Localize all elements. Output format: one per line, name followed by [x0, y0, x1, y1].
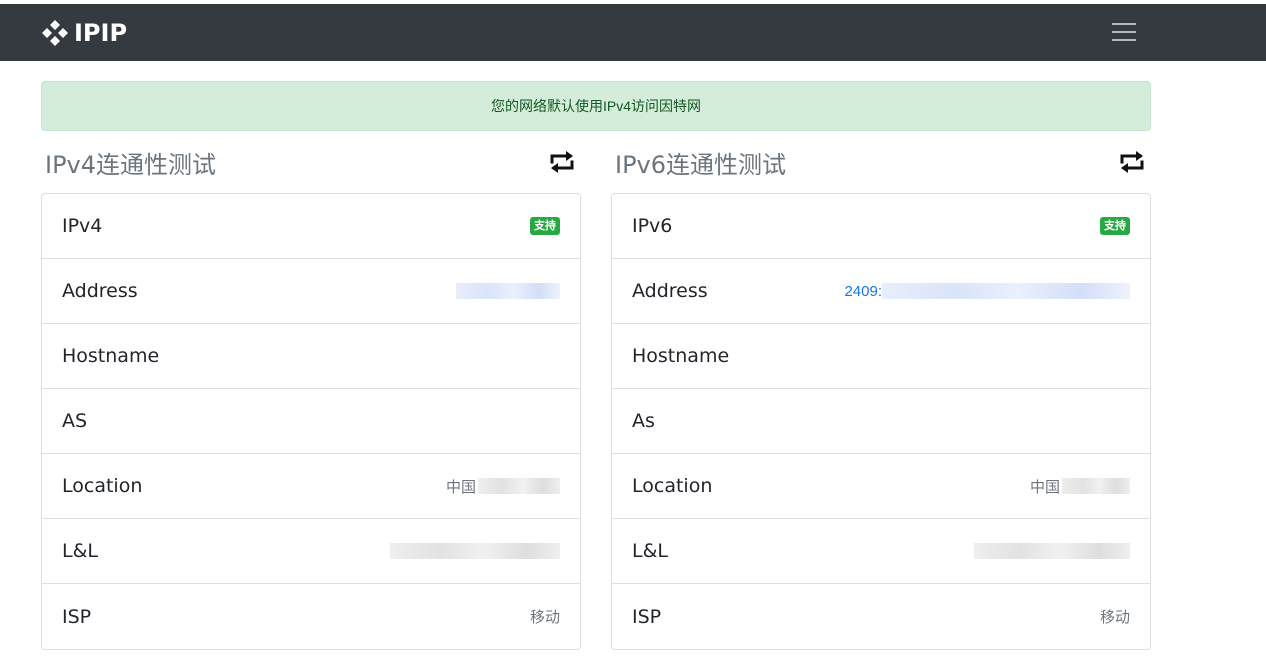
- refresh-icon[interactable]: [1118, 149, 1146, 175]
- redacted-value: [478, 478, 560, 494]
- row-label: Location: [632, 475, 713, 497]
- table-row: IPv4 支持: [42, 194, 580, 259]
- redacted-value: [1062, 478, 1130, 494]
- table-row: IPv6 支持: [612, 194, 1150, 259]
- support-badge: 支持: [530, 217, 560, 235]
- row-label: L&L: [62, 540, 98, 562]
- row-label: Hostname: [632, 345, 730, 367]
- latlng-value: [974, 543, 1130, 559]
- table-row: ISP 移动: [612, 584, 1150, 649]
- table-row: Address: [42, 259, 580, 324]
- location-value: 中国: [446, 476, 560, 497]
- row-label: Hostname: [62, 345, 160, 367]
- isp-value: 移动: [1099, 609, 1130, 626]
- ipv4-section-title: IPv4连通性测试: [45, 151, 217, 179]
- navbar: IPIP: [0, 4, 1266, 61]
- row-label: Location: [62, 475, 143, 497]
- row-label: As: [632, 410, 655, 432]
- redacted-value: [882, 283, 1130, 299]
- row-label: Address: [632, 280, 708, 302]
- table-row: Hostname: [42, 324, 580, 389]
- location-country: 中国: [1029, 478, 1060, 496]
- ipv6-card: IPv6 支持 Address 2409: Hostname As Locati…: [611, 193, 1151, 650]
- table-row: Location 中国: [42, 454, 580, 519]
- row-label: ISP: [62, 605, 92, 628]
- location-value: 中国: [1030, 476, 1130, 497]
- table-row: Location 中国: [612, 454, 1150, 519]
- table-row: As: [612, 389, 1150, 454]
- hamburger-menu-icon[interactable]: [1104, 16, 1144, 48]
- redacted-value: [456, 283, 560, 299]
- brand-logo[interactable]: IPIP: [40, 17, 127, 49]
- table-row: Hostname: [612, 324, 1150, 389]
- ipv6-section-title: IPv6连通性测试: [615, 151, 787, 179]
- address-prefix[interactable]: 2409:: [844, 283, 882, 300]
- row-label: L&L: [632, 540, 668, 562]
- ipv4-card: IPv4 支持 Address Hostname AS Location 中国 …: [41, 193, 581, 650]
- address-value: [456, 283, 560, 299]
- row-label: AS: [62, 410, 88, 432]
- row-label: Address: [62, 280, 138, 302]
- table-row: Address 2409:: [612, 259, 1150, 324]
- row-label: IPv6: [632, 215, 673, 237]
- latlng-value: [390, 543, 560, 559]
- diamond-logo-icon: [42, 20, 68, 46]
- table-row: ISP 移动: [42, 584, 580, 649]
- row-label: ISP: [632, 605, 662, 628]
- table-row: AS: [42, 389, 580, 454]
- redacted-value: [390, 543, 560, 559]
- alert-text: 您的网络默认使用IPv4访问因特网: [490, 98, 701, 114]
- table-row: L&L: [612, 519, 1150, 584]
- redacted-value: [974, 543, 1130, 559]
- location-country: 中国: [445, 478, 476, 496]
- isp-value: 移动: [529, 609, 560, 626]
- table-row: L&L: [42, 519, 580, 584]
- support-badge: 支持: [1100, 217, 1130, 235]
- network-alert: 您的网络默认使用IPv4访问因特网: [41, 81, 1151, 131]
- address-value[interactable]: 2409:: [844, 283, 1130, 300]
- row-label: IPv4: [62, 215, 103, 237]
- refresh-icon[interactable]: [548, 149, 576, 175]
- brand-text: IPIP: [74, 19, 128, 47]
